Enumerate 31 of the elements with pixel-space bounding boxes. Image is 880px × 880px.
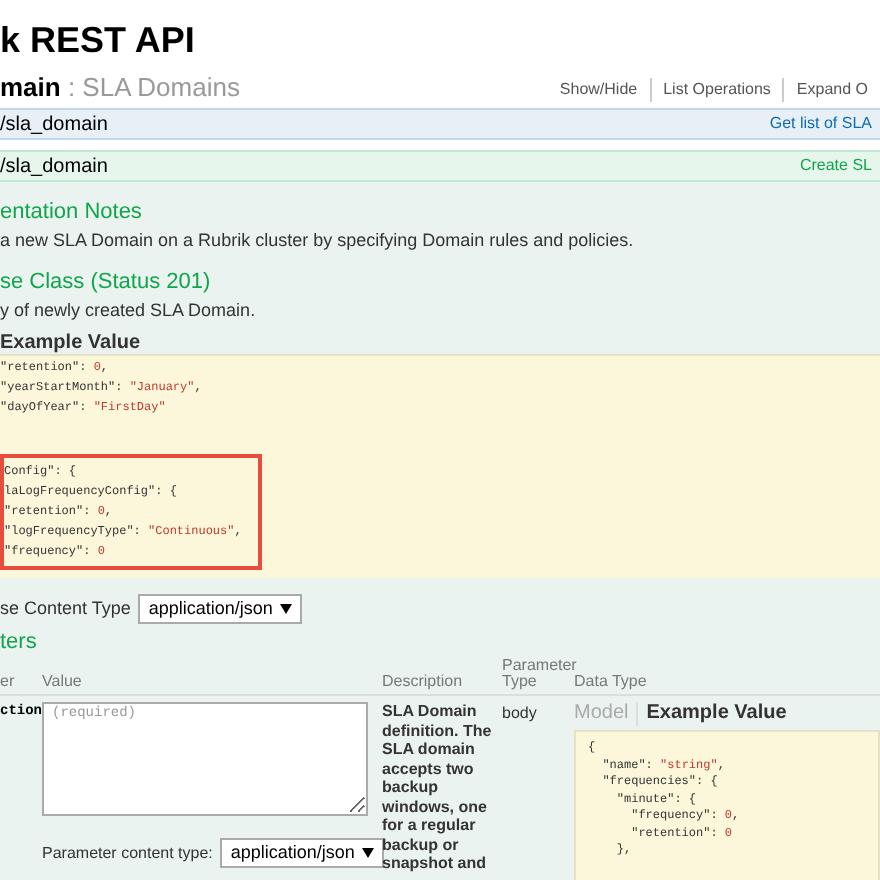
resource-heading: main : SLA Domains xyxy=(0,72,240,102)
response-text: y of newly created SLA Domain. xyxy=(0,298,258,322)
operation-path: /sla_domain xyxy=(0,153,108,181)
content-type-label: se Content Type xyxy=(0,595,131,622)
resource-link[interactable]: Show/Hide xyxy=(547,78,650,102)
operation-bar[interactable]: /sla_domain Create SL xyxy=(0,150,880,182)
column-header: er xyxy=(0,674,17,690)
tab[interactable]: Example Value xyxy=(0,332,141,356)
operation-summary: Get list of SLA xyxy=(769,112,874,136)
resource-link[interactable]: Expand O xyxy=(782,78,880,102)
parameter-type: body xyxy=(502,702,539,726)
column-header: Parameter Type xyxy=(502,658,574,690)
content-type-label: Parameter content type: xyxy=(42,841,213,865)
tab[interactable]: Example Value xyxy=(646,702,787,726)
content-type-select[interactable]: application/json xyxy=(138,594,303,624)
resource-link[interactable]: List Operations xyxy=(649,78,783,102)
page-title: k REST API xyxy=(0,18,197,64)
operation-path: /sla_domain xyxy=(0,111,108,139)
section-heading: se Class (Status 201) xyxy=(0,270,213,296)
column-header: Description xyxy=(382,674,465,690)
section-heading: entation Notes xyxy=(0,200,144,226)
notes-text: a new SLA Domain on a Rubrik cluster by specifying Domain rules and policies. xyxy=(0,228,636,252)
caret-icon xyxy=(280,604,293,614)
caret-icon xyxy=(362,848,375,858)
column-header: Data Type xyxy=(574,674,649,690)
parameter-description: SLA Domain definition. The SLA domain accepts two backup windows, one for a regular backup or snapshot and xyxy=(382,702,494,876)
section-heading: ters xyxy=(0,630,39,656)
column-header: Value xyxy=(42,674,84,690)
operation-bar[interactable]: /sla_domain Get list of SLA xyxy=(0,108,880,140)
content-type-select[interactable]: application/json xyxy=(220,838,385,868)
operation-summary: Create SL xyxy=(799,154,874,178)
